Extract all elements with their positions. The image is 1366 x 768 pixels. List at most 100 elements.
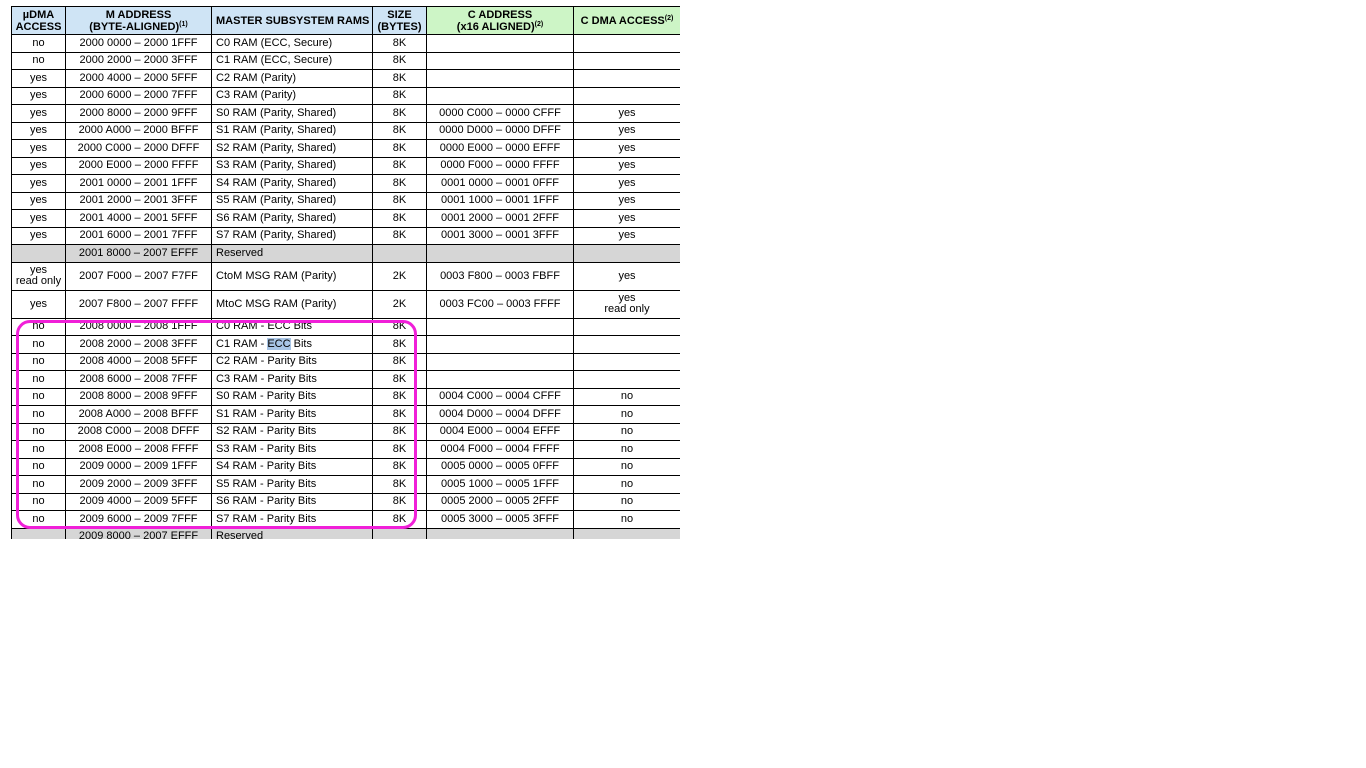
m-address-cell: 2008 8000 – 2008 9FFF (65, 387, 212, 406)
c-dma-cell (573, 317, 680, 336)
udma-cell: no (11, 387, 66, 406)
size-cell: 8K (372, 104, 427, 123)
c-address-cell: 0003 FC00 – 0003 FFFF (426, 289, 574, 319)
table-row: yes 2000 4000 – 2000 5FFF C2 RAM (Parity) 8… (11, 69, 680, 88)
table-row: no 2008 6000 – 2008 7FFF C3 RAM - Parity B… (11, 370, 680, 389)
c-address-cell: 0000 D000 – 0000 DFFF (426, 121, 574, 140)
c-address-cell: 0005 1000 – 0005 1FFF (426, 475, 574, 494)
c-address-cell: 0001 1000 – 0001 1FFF (426, 191, 574, 210)
header-m-address: M ADDRESS (BYTE-ALIGNED)(1) (65, 6, 212, 35)
m-address-cell: 2009 2000 – 2009 3FFF (65, 475, 212, 494)
ram-name-cell: S2 RAM (Parity, Shared) (211, 139, 373, 158)
m-address-cell: 2001 4000 – 2001 5FFF (65, 209, 212, 228)
c-dma-cell (573, 370, 680, 389)
c-dma-cell: no (573, 457, 680, 476)
selected-text[interactable]: ECC (267, 337, 291, 350)
ram-name-cell: S2 RAM - Parity Bits (211, 422, 373, 441)
udma-cell: yes (11, 121, 66, 140)
c-dma-cell: yes (573, 226, 680, 245)
c-dma-cell: yes (573, 209, 680, 228)
c-address-cell: 0005 2000 – 0005 2FFF (426, 492, 574, 511)
table-row: yes 2000 A000 – 2000 BFFF S1 RAM (Parity, … (11, 121, 680, 140)
c-dma-cell: yes read only (573, 289, 680, 319)
ram-name-cell: S5 RAM - Parity Bits (211, 475, 373, 494)
memory-map-table-viewport: µDMA ACCESS M ADDRESS (BYTE-ALIGNED)(1) … (11, 6, 680, 539)
c-address-cell (426, 352, 574, 371)
c-dma-cell (573, 34, 680, 53)
ram-name-cell: S7 RAM - Parity Bits (211, 510, 373, 529)
size-cell: 8K (372, 335, 427, 354)
table-row: yes 2000 C000 – 2000 DFFF S2 RAM (Parity, … (11, 139, 680, 158)
c-dma-cell: no (573, 387, 680, 406)
c-address-cell (426, 69, 574, 88)
size-cell: 8K (372, 510, 427, 529)
m-address-cell: 2001 8000 – 2007 EFFF (65, 244, 212, 263)
table-row: no 2000 2000 – 2000 3FFF C1 RAM (ECC, Secu… (11, 51, 680, 70)
ram-name-cell: C0 RAM (ECC, Secure) (211, 34, 373, 53)
table-row: no 2009 2000 – 2009 3FFF S5 RAM - Parity B… (11, 475, 680, 494)
c-address-cell (426, 335, 574, 354)
udma-cell: yes (11, 289, 66, 319)
m-address-cell: 2008 0000 – 2008 1FFF (65, 317, 212, 336)
footnote-2: (2) (534, 20, 544, 28)
table-row: no 2000 0000 – 2000 1FFF C0 RAM (ECC, Secu… (11, 34, 680, 53)
size-cell: 8K (372, 34, 427, 53)
udma-cell: no (11, 510, 66, 529)
udma-cell: no (11, 317, 66, 336)
udma-cell: yes (11, 156, 66, 175)
table-row: yes 2001 2000 – 2001 3FFF S5 RAM (Parity, … (11, 191, 680, 210)
table-row: no 2008 A000 – 2008 BFFF S1 RAM - Parity B… (11, 405, 680, 424)
c-address-cell (426, 51, 574, 70)
c-dma-cell: no (573, 492, 680, 511)
udma-cell: no (11, 370, 66, 389)
ram-name-cell: C3 RAM (Parity) (211, 86, 373, 105)
header-c-dma-label: C DMA ACCESS (580, 14, 665, 27)
c-address-cell (426, 34, 574, 53)
c-dma-cell: yes (573, 156, 680, 175)
footnote-2: (2) (664, 14, 674, 22)
table-row: no 2008 0000 – 2008 1FFF C0 RAM - ECC Bits… (11, 317, 680, 336)
ram-name-cell: S0 RAM - Parity Bits (211, 387, 373, 406)
size-cell: 8K (372, 51, 427, 70)
c-address-cell: 0003 F800 – 0003 FBFF (426, 261, 574, 291)
udma-cell: no (11, 335, 66, 354)
udma-cell: yes (11, 174, 66, 193)
c-dma-cell (573, 335, 680, 354)
size-cell: 8K (372, 440, 427, 459)
ram-name-cell: S3 RAM - Parity Bits (211, 440, 373, 459)
m-address-cell: 2008 6000 – 2008 7FFF (65, 370, 212, 389)
ram-name-cell: S4 RAM - Parity Bits (211, 457, 373, 476)
m-address-cell: 2000 0000 – 2000 1FFF (65, 34, 212, 53)
m-address-cell: 2000 2000 – 2000 3FFF (65, 51, 212, 70)
header-m-address-line2: (BYTE-ALIGNED) (89, 20, 180, 33)
table-row: no 2008 4000 – 2008 5FFF C2 RAM - Parity B… (11, 352, 680, 371)
c-address-cell: 0001 2000 – 0001 2FFF (426, 209, 574, 228)
header-master-subsystem-rams: MASTER SUBSYSTEM RAMS (211, 6, 373, 35)
c-dma-cell (573, 244, 680, 263)
header-c-address: C ADDRESS (x16 ALIGNED)(2) (426, 6, 574, 35)
udma-cell: no (11, 422, 66, 441)
table-row-reserved: 2001 8000 – 2007 EFFF Reserved (11, 244, 680, 263)
table-row: yes 2000 6000 – 2000 7FFF C3 RAM (Parity) 8… (11, 86, 680, 105)
udma-cell (11, 244, 66, 263)
m-address-cell: 2008 C000 – 2008 DFFF (65, 422, 212, 441)
m-address-cell: 2001 2000 – 2001 3FFF (65, 191, 212, 210)
m-address-cell: 2000 A000 – 2000 BFFF (65, 121, 212, 140)
table-row: yes 2001 4000 – 2001 5FFF S6 RAM (Parity, … (11, 209, 680, 228)
c-address-cell: 0005 3000 – 0005 3FFF (426, 510, 574, 529)
c-address-cell: 0000 C000 – 0000 CFFF (426, 104, 574, 123)
udma-cell: yes (11, 139, 66, 158)
udma-cell: no (11, 51, 66, 70)
memory-map-table: µDMA ACCESS M ADDRESS (BYTE-ALIGNED)(1) … (11, 6, 680, 539)
size-cell: 8K (372, 69, 427, 88)
table-body: no 2000 0000 – 2000 1FFF C0 RAM (ECC, Secu… (11, 34, 680, 539)
ram-name-cell: Reserved (211, 244, 373, 263)
table-row: yes 2001 0000 – 2001 1FFF S4 RAM (Parity, … (11, 174, 680, 193)
ram-name-cell: S6 RAM (Parity, Shared) (211, 209, 373, 228)
udma-cell: yes (11, 104, 66, 123)
size-cell: 8K (372, 405, 427, 424)
m-address-cell: 2000 6000 – 2000 7FFF (65, 86, 212, 105)
m-address-cell: 2000 4000 – 2000 5FFF (65, 69, 212, 88)
size-cell: 8K (372, 352, 427, 371)
ram-name-cell: MtoC MSG RAM (Parity) (211, 289, 373, 319)
